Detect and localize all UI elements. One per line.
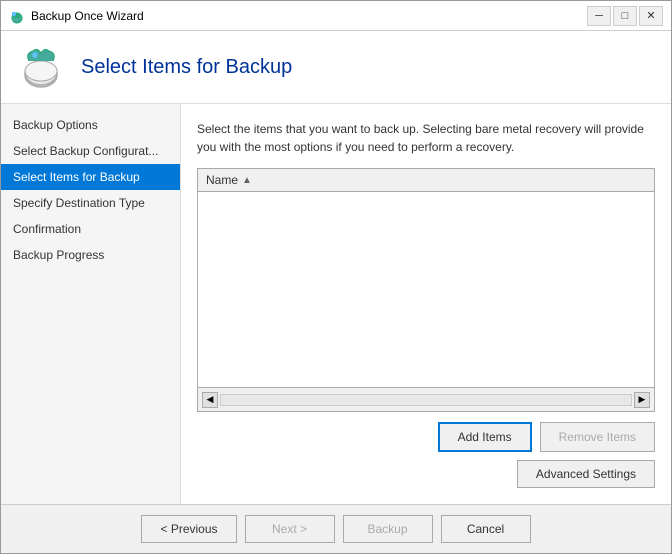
sidebar: Backup Options Select Backup Configurat.… xyxy=(1,104,181,504)
footer: < Previous Next > Backup Cancel xyxy=(1,504,671,553)
sidebar-item-select-backup-config[interactable]: Select Backup Configurat... xyxy=(1,138,180,164)
maximize-button[interactable]: □ xyxy=(613,6,637,26)
minimize-button[interactable]: ─ xyxy=(587,6,611,26)
scroll-right-button[interactable]: ▶ xyxy=(634,392,650,408)
table-body xyxy=(198,192,654,387)
secondary-buttons-row: Advanced Settings xyxy=(197,460,655,488)
close-button[interactable]: ✕ xyxy=(639,6,663,26)
window-controls: ─ □ ✕ xyxy=(587,6,663,26)
backup-button[interactable]: Backup xyxy=(343,515,433,543)
previous-button[interactable]: < Previous xyxy=(141,515,236,543)
items-table: Name ▲ ◀ ▶ xyxy=(197,168,655,412)
wizard-icon xyxy=(17,43,65,91)
page-title: Select Items for Backup xyxy=(81,56,292,79)
primary-buttons-row: Add Items Remove Items xyxy=(197,422,655,452)
main-content: Select the items that you want to back u… xyxy=(181,104,671,504)
sidebar-item-specify-destination[interactable]: Specify Destination Type xyxy=(1,190,180,216)
table-header: Name ▲ xyxy=(198,169,654,192)
header: Select Items for Backup xyxy=(1,31,671,104)
window-title: Backup Once Wizard xyxy=(31,9,587,23)
sort-icon[interactable]: ▲ xyxy=(242,175,252,186)
remove-items-button[interactable]: Remove Items xyxy=(540,422,655,452)
name-column-header: Name xyxy=(206,173,238,187)
description-text: Select the items that you want to back u… xyxy=(197,120,655,156)
sidebar-item-select-items[interactable]: Select Items for Backup xyxy=(1,164,180,190)
sidebar-item-backup-options[interactable]: Backup Options xyxy=(1,112,180,138)
scroll-track[interactable] xyxy=(220,394,632,406)
sidebar-item-backup-progress[interactable]: Backup Progress xyxy=(1,242,180,268)
next-button[interactable]: Next > xyxy=(245,515,335,543)
title-bar: Backup Once Wizard ─ □ ✕ xyxy=(1,1,671,31)
cancel-button[interactable]: Cancel xyxy=(441,515,531,543)
window: Backup Once Wizard ─ □ ✕ Select Items fo… xyxy=(0,0,672,554)
content-area: Backup Options Select Backup Configurat.… xyxy=(1,104,671,504)
add-items-button[interactable]: Add Items xyxy=(438,422,532,452)
scroll-left-button[interactable]: ◀ xyxy=(202,392,218,408)
horizontal-scrollbar[interactable]: ◀ ▶ xyxy=(198,387,654,411)
app-icon xyxy=(9,8,25,24)
advanced-settings-button[interactable]: Advanced Settings xyxy=(517,460,655,488)
sidebar-item-confirmation[interactable]: Confirmation xyxy=(1,216,180,242)
